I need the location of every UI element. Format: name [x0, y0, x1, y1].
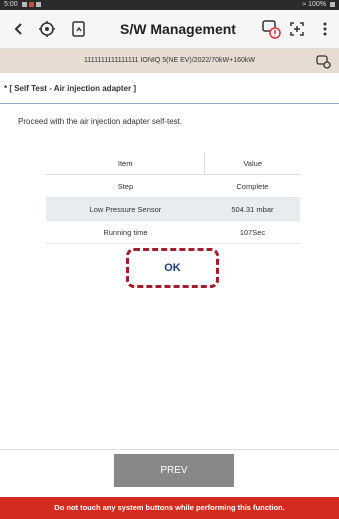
more-menu-button[interactable]: [312, 16, 338, 42]
vehicle-diagnosis-button[interactable]: [34, 16, 60, 42]
more-vertical-icon: [323, 22, 327, 36]
table-cell-item: Low Pressure Sensor: [46, 197, 205, 221]
document-update-icon: [72, 21, 85, 37]
table-cell-value: 107Sec: [204, 220, 300, 244]
wifi-icon: ≈: [302, 1, 307, 8]
back-arrow-icon: [14, 23, 22, 35]
app-header: S/W Management: [0, 10, 339, 49]
results-table: Item Value Step Complete Low Pressure Se…: [46, 152, 300, 244]
table-cell-item: Running time: [46, 220, 205, 244]
ok-highlight: OK: [126, 248, 219, 288]
mail-icon: [21, 1, 27, 7]
vehicle-info-bar: 1111111111111111 IONIQ 5(NE EV)/2022/70k…: [0, 49, 339, 73]
status-left: 5:00: [4, 0, 41, 10]
status-battery: 100%: [308, 1, 327, 8]
status-bar: 5:00 ≈ 100%: [0, 0, 339, 10]
vehicle-info-text: 1111111111111111 IONIQ 5(NE EV)/2022/70k…: [83, 57, 255, 64]
table-row: Running time 107Sec: [46, 220, 300, 244]
sw-update-button[interactable]: [66, 16, 92, 42]
battery-icon: [330, 1, 335, 7]
bottom-divider: [0, 449, 339, 450]
instruction-text: Proceed with the air injection adapter s…: [18, 117, 183, 126]
column-header-value: Value: [204, 152, 300, 175]
car-warning-icon: [262, 20, 281, 39]
table-row: Low Pressure Sensor 504.31 mbar: [46, 197, 300, 221]
section-divider: [0, 103, 339, 104]
status-right: ≈ 100%: [302, 0, 335, 10]
vehicle-settings-icon[interactable]: [315, 53, 331, 80]
back-button[interactable]: [6, 16, 32, 42]
dtc-button[interactable]: [258, 16, 284, 42]
warning-banner: Do not touch any system buttons while pe…: [0, 497, 339, 519]
notification-icon: [28, 1, 34, 7]
screen-capture-button[interactable]: [284, 16, 310, 42]
status-time: 5:00: [4, 1, 18, 8]
table-cell-value: Complete: [204, 174, 300, 198]
gear-car-icon: [39, 21, 55, 37]
prev-button[interactable]: PREV: [114, 454, 234, 487]
table-cell-value: 504.31 mbar: [204, 197, 300, 221]
capture-icon: [290, 22, 304, 36]
image-icon: [35, 1, 41, 7]
column-header-item: Item: [46, 152, 205, 175]
table-row: Step Complete: [46, 174, 300, 198]
table-cell-item: Step: [46, 174, 205, 198]
ok-button[interactable]: OK: [164, 262, 181, 274]
section-title: * [ Self Test - Air injection adapter ]: [4, 84, 137, 93]
page-title: S/W Management: [120, 21, 236, 37]
